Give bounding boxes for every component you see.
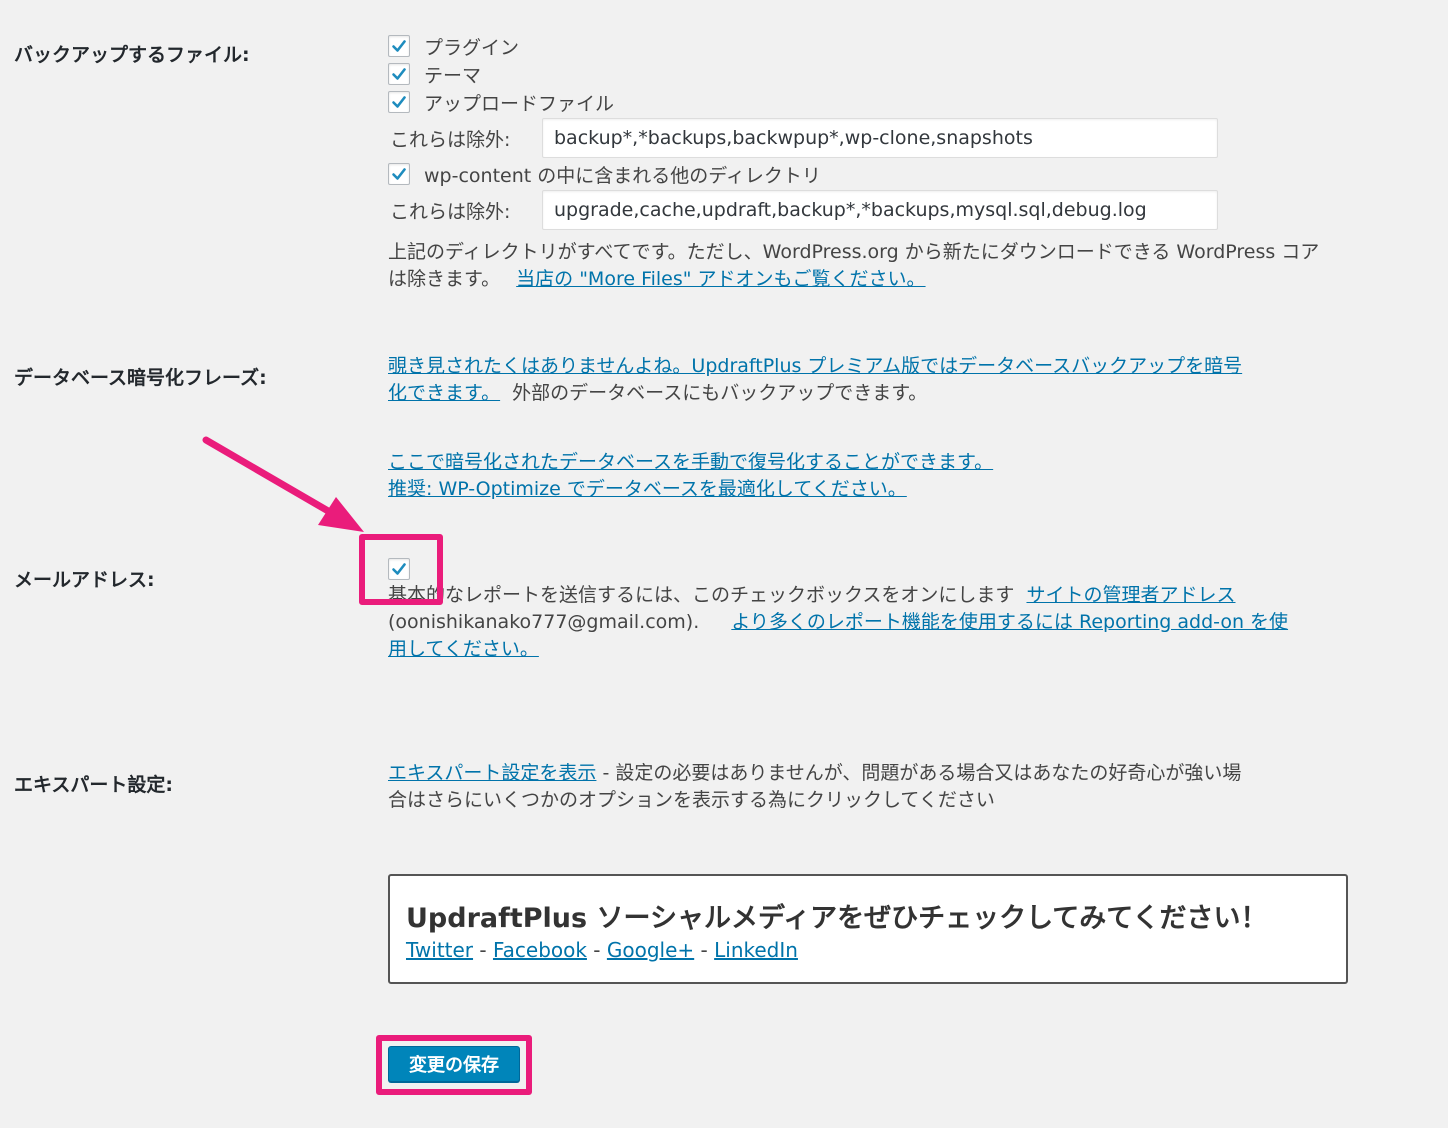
- email-description: 基本的なレポートを送信するには、このチェックボックスをオンにします サイトの管理…: [388, 582, 1388, 663]
- uploads-exclude-input[interactable]: backup*,*backups,backwpup*,wp-clone,snap…: [542, 118, 1218, 158]
- others-exclude-input[interactable]: upgrade,cache,updraft,backup*,*backups,m…: [542, 190, 1218, 230]
- reporting-addon-link[interactable]: より多くのレポート機能を使用するには Reporting add-on を使: [731, 611, 1288, 633]
- wp-optimize-link[interactable]: 推奨: WP-Optimize でデータベースを最適化してください。: [388, 478, 907, 500]
- decrypt-db-link[interactable]: ここで暗号化されたデータベースを手動で復号化することができます。: [388, 451, 993, 473]
- db-encryption-label: データベース暗号化フレーズ:: [14, 367, 267, 389]
- expert-text: - 設定の必要はありませんが、問題がある場合又はあなたの好奇心が強い場: [596, 762, 1242, 784]
- reporting-addon-link-cont[interactable]: 用してください。: [388, 638, 539, 660]
- others-checkbox-label: wp-content の中に含まれる他のディレクトリ: [424, 164, 821, 187]
- expert-text-cont: 合はさらにいくつかのオプションを表示する為にクリックしてください: [388, 789, 995, 811]
- exclude-label: これらは除外:: [390, 128, 511, 151]
- themes-checkbox[interactable]: [388, 63, 410, 85]
- others-exclude-row: これらは除外: upgrade,cache,updraft,backup*,*b…: [390, 190, 1218, 230]
- show-expert-settings-link[interactable]: エキスパート設定を表示: [388, 762, 596, 784]
- themes-checkbox-row[interactable]: テーマ: [388, 61, 481, 87]
- email-checkbox[interactable]: [388, 558, 410, 580]
- email-checkbox-row[interactable]: [388, 556, 424, 582]
- checkmark-icon: [392, 40, 406, 52]
- checkmark-icon: [392, 168, 406, 180]
- twitter-link[interactable]: Twitter: [406, 938, 473, 962]
- facebook-link[interactable]: Facebook: [493, 938, 587, 962]
- plugins-checkbox-row[interactable]: プラグイン: [388, 33, 519, 59]
- checkmark-icon: [392, 68, 406, 80]
- separator: -: [586, 938, 607, 962]
- files-note-line1: 上記のディレクトリがすべてです。ただし、WordPress.org から新たにダ…: [388, 241, 1320, 263]
- backup-files-label: バックアップするファイル:: [14, 44, 250, 66]
- uploads-checkbox-row[interactable]: アップロードファイル: [388, 89, 614, 115]
- save-changes-button[interactable]: 変更の保存: [388, 1046, 520, 1082]
- expert-settings-label: エキスパート設定:: [14, 774, 174, 796]
- exclude-label: これらは除外:: [390, 200, 511, 223]
- external-db-text: 外部のデータベースにもバックアップできます。: [512, 382, 928, 404]
- db-encryption-text: 覗き見されたくはありませんよね。UpdraftPlus プレミアム版ではデータベ…: [388, 353, 1388, 407]
- premium-encryption-link-cont[interactable]: 化できます。: [388, 382, 500, 404]
- email-label: メールアドレス:: [14, 569, 155, 591]
- uploads-exclude-row: これらは除外: backup*,*backups,backwpup*,wp-cl…: [390, 118, 1218, 158]
- plugins-checkbox-label: プラグイン: [424, 36, 520, 59]
- uploads-checkbox[interactable]: [388, 91, 410, 113]
- files-note-line2: は除きます。: [388, 268, 501, 290]
- social-links: Twitter - Facebook - Google+ - LinkedIn: [406, 938, 798, 962]
- others-checkbox[interactable]: [388, 163, 410, 185]
- premium-encryption-link[interactable]: 覗き見されたくはありませんよね。UpdraftPlus プレミアム版ではデータベ…: [388, 355, 1242, 377]
- email-text: 基本的なレポートを送信するには、このチェックボックスをオンにします: [388, 584, 1015, 606]
- db-links: ここで暗号化されたデータベースを手動で復号化することができます。 推奨: WP-…: [388, 449, 1388, 503]
- checkmark-icon: [392, 96, 406, 108]
- google-plus-link[interactable]: Google+: [607, 938, 694, 962]
- more-files-link[interactable]: 当店の "More Files" アドオンもご覧ください。: [516, 268, 925, 290]
- themes-checkbox-label: テーマ: [424, 64, 482, 87]
- uploads-checkbox-label: アップロードファイル: [424, 92, 615, 115]
- separator: -: [694, 938, 715, 962]
- social-media-box: UpdraftPlus ソーシャルメディアをぜひチェックしてみてください！ Tw…: [388, 874, 1348, 984]
- plugins-checkbox[interactable]: [388, 35, 410, 57]
- social-title: UpdraftPlus ソーシャルメディアをぜひチェックしてみてください！: [406, 903, 1268, 934]
- admin-address-link[interactable]: サイトの管理者アドレス: [1026, 584, 1235, 606]
- expert-description: エキスパート設定を表示 - 設定の必要はありませんが、問題がある場合又はあなたの…: [388, 760, 1388, 814]
- others-checkbox-row[interactable]: wp-content の中に含まれる他のディレクトリ: [388, 161, 821, 187]
- email-address: (oonishikanako777@gmail.com).: [388, 611, 700, 633]
- separator: -: [473, 938, 493, 962]
- files-note: 上記のディレクトリがすべてです。ただし、WordPress.org から新たにダ…: [388, 239, 1428, 293]
- checkmark-icon: [392, 563, 406, 575]
- linkedin-link[interactable]: LinkedIn: [714, 938, 798, 962]
